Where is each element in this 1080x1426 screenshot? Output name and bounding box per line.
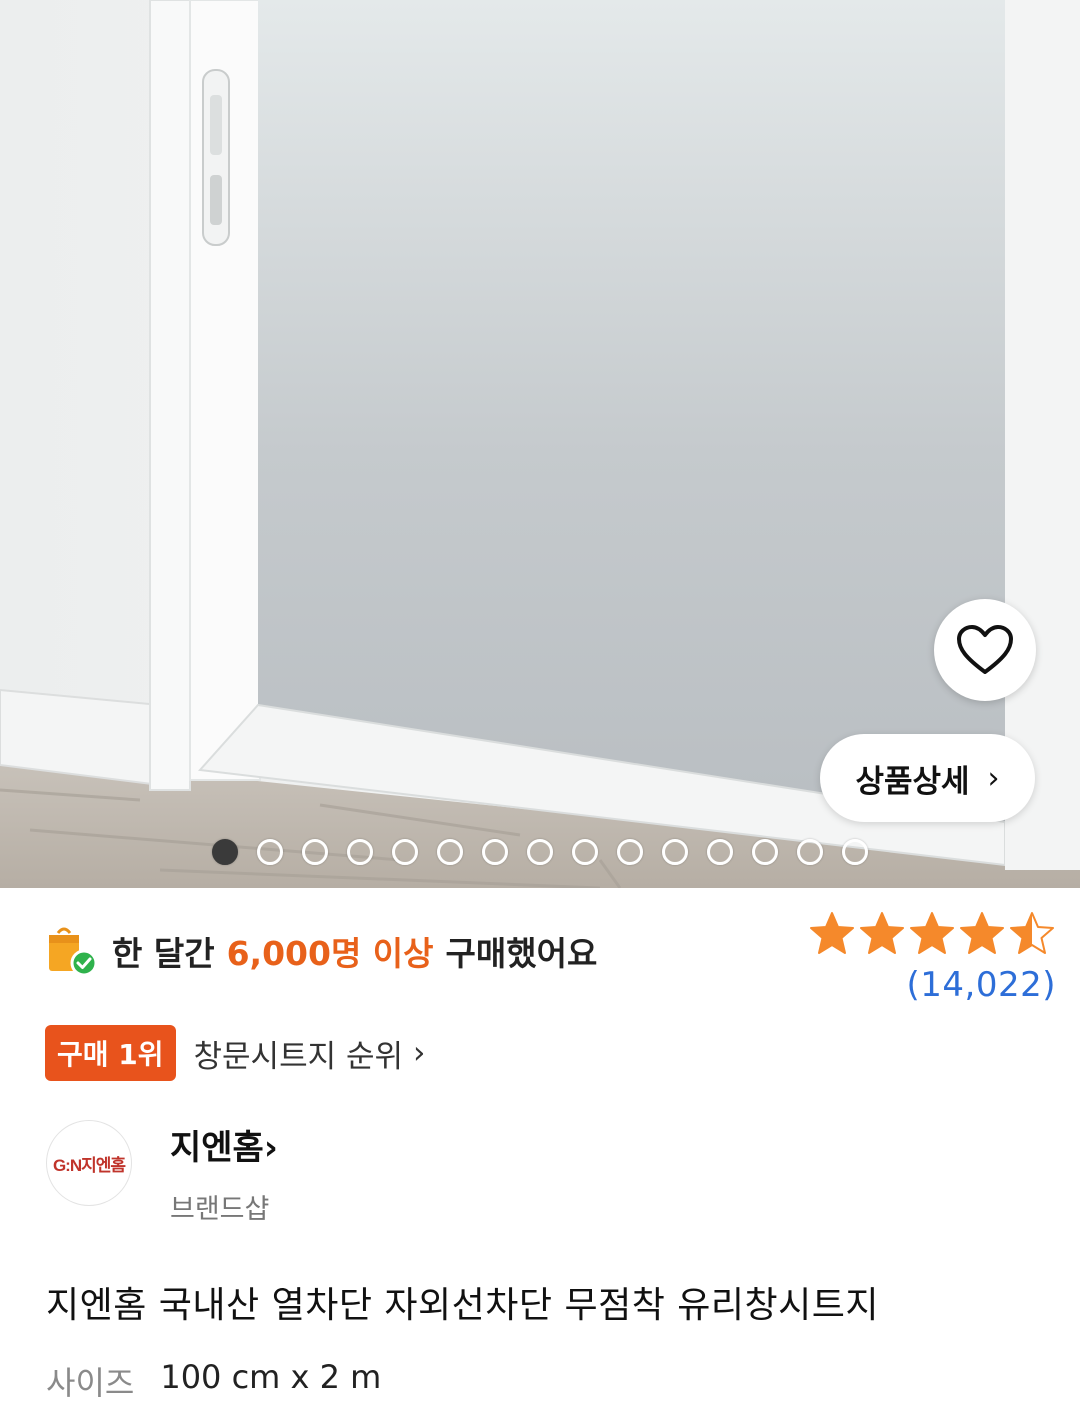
carousel-pagination [212,839,868,865]
option-value: 100 cm x 2 m [160,1358,382,1396]
carousel-dot[interactable] [797,839,823,865]
product-title: 지엔홈 국내산 열차단 자외선차단 무점착 유리창시트지 [46,1285,879,1326]
chevron-right-icon: › [413,1035,426,1071]
chevron-right-icon: › [987,760,1000,796]
chevron-right-icon: › [263,1128,278,1168]
favorite-button[interactable] [934,599,1036,701]
purchase-count-highlight: 6,000명 이상 [226,934,434,973]
carousel-dot[interactable] [707,839,733,865]
carousel-dot[interactable] [437,839,463,865]
purchase-suffix: 구매했어요 [445,934,598,973]
selected-option: 사이즈 100 cm x 2 m [46,1358,381,1404]
heart-outline-icon [957,625,1013,674]
brand-name-link[interactable]: 지엔홈› [170,1120,278,1169]
review-count[interactable]: (14,022) [907,965,1057,1005]
carousel-dot[interactable] [212,839,238,865]
brand-logo[interactable]: G:N지엔홈 [46,1120,132,1206]
star-icon [910,912,954,954]
product-image-carousel[interactable]: 상품상세 › [0,0,1080,888]
rating-stars[interactable] [808,910,1056,958]
brand-shop-row[interactable]: G:N지엔홈 지엔홈› 브랜드샵 [46,1120,278,1226]
carousel-dot[interactable] [392,839,418,865]
purchase-prefix: 한 달간 [112,934,215,973]
star-icon [960,912,1004,954]
carousel-dot[interactable] [617,839,643,865]
option-label: 사이즈 [46,1364,135,1402]
rank-badge: 구매 1위 [45,1025,176,1081]
monthly-purchase-info: 한 달간 6,000명 이상 구매했어요 [46,925,597,977]
shopping-bag-check-icon [46,925,100,977]
carousel-dot[interactable] [257,839,283,865]
carousel-dot[interactable] [572,839,598,865]
brand-subtitle: 브랜드샵 [170,1194,270,1225]
product-detail-label: 상품상세 [855,763,970,800]
category-rank-label: 창문시트지 순위 [193,1038,404,1075]
star-icon [1010,912,1054,954]
carousel-dot[interactable] [527,839,553,865]
brand-name: 지엔홈 [170,1128,264,1168]
star-icon [860,912,904,954]
carousel-dot[interactable] [752,839,778,865]
star-icon [810,912,854,954]
carousel-dot[interactable] [842,839,868,865]
category-rank-link[interactable]: 창문시트지 순위 › [194,1031,426,1076]
carousel-dot[interactable] [347,839,373,865]
carousel-dot[interactable] [482,839,508,865]
carousel-dot[interactable] [662,839,688,865]
rank-row: 구매 1위 창문시트지 순위 › [45,1025,425,1081]
carousel-dot[interactable] [302,839,328,865]
product-detail-button[interactable]: 상품상세 › [820,734,1035,822]
